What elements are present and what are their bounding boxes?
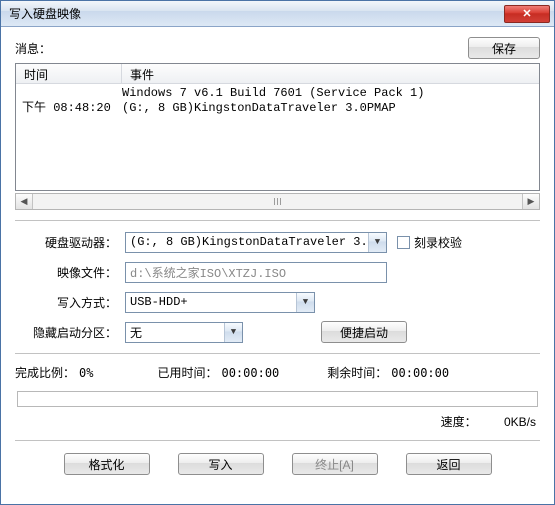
save-button[interactable]: 保存 [468,37,540,59]
log-horizontal-scrollbar[interactable]: ◀ ▶ [15,193,540,210]
done-value: 0% [79,366,93,380]
done-label: 完成比例： [15,364,75,381]
log-header: 时间 事件 [16,64,539,84]
hidden-partition-label: 隐藏启动分区： [17,324,125,341]
write-mode-combobox[interactable]: USB-HDD+ ▼ [125,292,315,313]
checkbox-box-icon [397,236,410,249]
drive-combobox[interactable]: (G:, 8 GB)KingstonDataTraveler 3.0PMAP ▼ [125,232,387,253]
chevron-down-icon: ▼ [368,233,386,252]
log-row: 下午 08:48:20 (G:, 8 GB)KingstonDataTravel… [16,101,539,116]
elapsed-label: 已用时间： [157,364,217,381]
back-button[interactable]: 返回 [406,453,492,475]
log-row: Windows 7 v6.1 Build 7601 (Service Pack … [16,86,539,101]
hidden-partition-combobox[interactable]: 无 ▼ [125,322,243,343]
status-row: 完成比例： 0% 已用时间： 00:00:00 剩余时间： 00:00:00 [15,364,540,381]
chevron-down-icon: ▼ [296,293,314,312]
image-path-value: d:\系统之家ISO\XTZJ.ISO [130,264,286,281]
format-button[interactable]: 格式化 [64,453,150,475]
image-label: 映像文件： [17,264,125,281]
form-area: 硬盘驱动器： (G:, 8 GB)KingstonDataTraveler 3.… [15,231,540,343]
elapsed-value: 00:00:00 [221,366,279,380]
close-icon: ✕ [522,7,531,20]
log-time-cell: 下午 08:48:20 [16,101,122,116]
speed-label: 速度： [441,415,477,429]
remain-value: 00:00:00 [391,366,449,380]
image-path-field[interactable]: d:\系统之家ISO\XTZJ.ISO [125,262,387,283]
verify-label: 刻录校验 [414,234,462,251]
progress-bar [17,391,538,407]
log-rows: Windows 7 v6.1 Build 7601 (Service Pack … [16,84,539,116]
log-event-cell: Windows 7 v6.1 Build 7601 (Service Pack … [122,86,539,101]
log-col-time[interactable]: 时间 [16,64,122,83]
drive-value: (G:, 8 GB)KingstonDataTraveler 3.0PMAP [130,235,368,249]
drive-label: 硬盘驱动器： [17,234,125,251]
write-button[interactable]: 写入 [178,453,264,475]
dialog-body: 消息： 保存 时间 事件 Windows 7 v6.1 Build 7601 (… [1,27,554,483]
scroll-track[interactable] [33,194,522,209]
info-label: 消息： [15,40,468,57]
close-button[interactable]: ✕ [504,5,550,23]
scroll-grip-icon [264,197,292,206]
scroll-right-icon[interactable]: ▶ [522,194,539,209]
scroll-left-icon[interactable]: ◀ [16,194,33,209]
chevron-down-icon: ▼ [224,323,242,342]
speed-value: 0KB/s [504,415,536,429]
write-mode-label: 写入方式： [17,294,125,311]
dialog-window: 写入硬盘映像 ✕ 消息： 保存 时间 事件 Windows 7 v6.1 Bui… [0,0,555,505]
verify-checkbox[interactable]: 刻录校验 [397,234,462,251]
hidden-partition-value: 无 [130,324,224,341]
separator [15,220,540,221]
separator [15,353,540,354]
remain-label: 剩余时间： [327,364,387,381]
button-row: 格式化 写入 终止[A] 返回 [15,453,540,475]
log-time-cell [16,86,122,101]
log-col-event[interactable]: 事件 [122,64,539,83]
write-mode-value: USB-HDD+ [130,295,296,309]
speed-row: 速度： 0KB/s [15,413,536,430]
titlebar: 写入硬盘映像 ✕ [1,1,554,27]
log-list: 时间 事件 Windows 7 v6.1 Build 7601 (Service… [15,63,540,191]
window-title: 写入硬盘映像 [9,5,504,22]
log-event-cell: (G:, 8 GB)KingstonDataTraveler 3.0PMAP [122,101,539,116]
convenient-boot-button[interactable]: 便捷启动 [321,321,407,343]
separator [15,440,540,441]
abort-button[interactable]: 终止[A] [292,453,378,475]
